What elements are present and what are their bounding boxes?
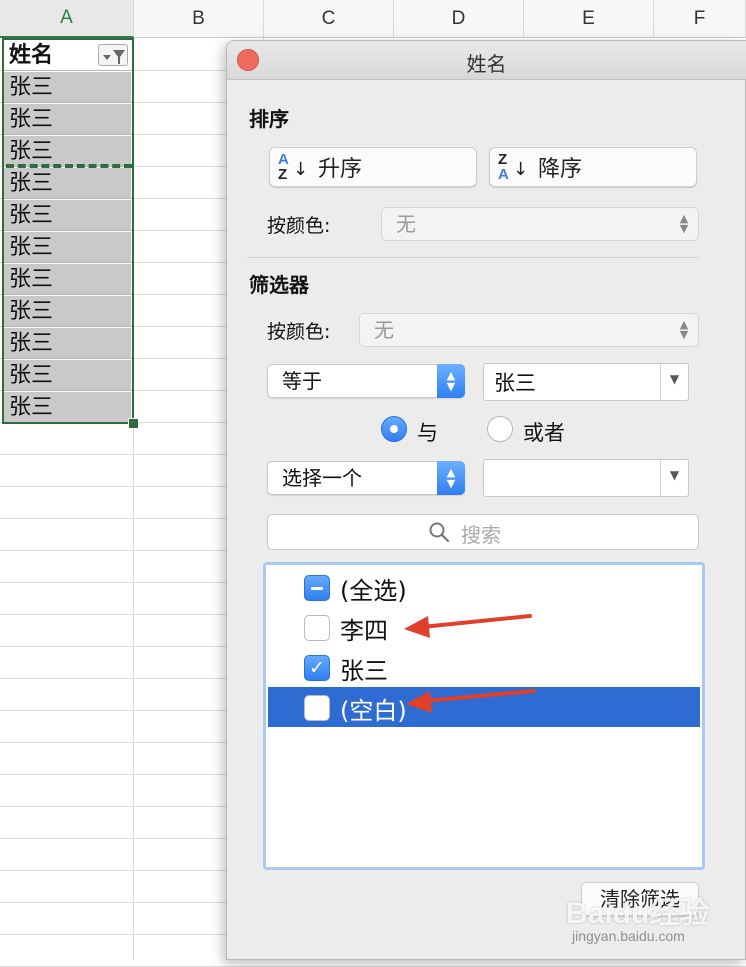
search-placeholder: 搜索 <box>461 523 501 547</box>
updown-chevron-icon: ▲ ▼ <box>679 212 689 235</box>
sort-by-color-value: 无 <box>396 212 416 236</box>
list-item-label: (全选) <box>340 577 407 605</box>
condition1-select[interactable]: 等于 ▲ ▼ <box>267 364 465 398</box>
column-header-e[interactable]: E <box>524 0 654 38</box>
filter-by-color-value: 无 <box>374 318 394 342</box>
column-header-a[interactable]: A <box>0 0 134 38</box>
column-header-f[interactable]: F <box>654 0 746 38</box>
column-header-c[interactable]: C <box>264 0 394 38</box>
fill-handle[interactable] <box>128 418 139 429</box>
or-label: 或者 <box>523 421 565 445</box>
and-radio[interactable] <box>381 416 407 442</box>
or-radio[interactable] <box>487 416 513 442</box>
sort-section-title: 排序 <box>249 107 289 131</box>
and-label: 与 <box>417 421 438 445</box>
search-input[interactable]: 搜索 <box>267 514 699 550</box>
red-arrow-icon <box>406 689 536 713</box>
value1-text: 张三 <box>494 371 536 395</box>
sort-descending-button[interactable]: Z A ↓ 降序 <box>489 147 697 187</box>
red-arrow-icon <box>404 614 532 638</box>
divider <box>247 257 699 258</box>
popup-titlebar[interactable]: 姓名 <box>227 41 746 80</box>
updown-chevron-icon: ▲ ▼ <box>679 318 689 341</box>
updown-chevron-icon: ▲ ▼ <box>437 364 465 398</box>
condition1-value: 等于 <box>282 369 322 393</box>
sort-descending-icon: Z A ↓ <box>498 151 529 183</box>
condition2-select[interactable]: 选择一个 ▲ ▼ <box>267 461 465 495</box>
search-icon <box>429 522 450 543</box>
list-item-label: 张三 <box>340 657 388 685</box>
sort-ascending-icon: A Z ↓ <box>278 151 309 183</box>
value2-combobox[interactable]: ▼ <box>483 459 689 497</box>
column-header-d[interactable]: D <box>394 0 524 38</box>
dropdown-arrow-icon[interactable]: ▼ <box>660 364 688 400</box>
sort-by-color-dropdown[interactable]: 无 ▲ ▼ <box>381 207 699 241</box>
sort-by-color-label: 按颜色: <box>267 215 331 237</box>
list-item-label: (空白) <box>340 697 407 725</box>
selection-border <box>2 38 134 424</box>
value1-combobox[interactable]: 张三 ▼ <box>483 363 689 401</box>
sort-descending-label: 降序 <box>538 157 583 182</box>
sort-ascending-label: 升序 <box>318 157 363 182</box>
checkbox-unchecked[interactable] <box>304 615 330 641</box>
watermark-logo: Baidu经验 <box>566 897 710 930</box>
popup-title: 姓名 <box>466 52 507 76</box>
checkbox-mixed[interactable] <box>304 575 330 601</box>
checkbox-checked[interactable]: ✓ <box>304 655 330 681</box>
list-item-label: 李四 <box>340 617 388 645</box>
annotation-arrows <box>404 614 536 713</box>
dropdown-arrow-icon[interactable]: ▼ <box>660 460 688 496</box>
filter-section-title: 筛选器 <box>249 273 309 297</box>
filter-by-color-label: 按颜色: <box>267 321 331 343</box>
sort-ascending-button[interactable]: A Z ↓ 升序 <box>269 147 477 187</box>
checkbox-unchecked[interactable] <box>304 695 330 721</box>
updown-chevron-icon: ▲ ▼ <box>437 461 465 495</box>
filter-popup: 姓名 排序 A Z ↓ 升序 Z A ↓ 降序 按颜色: 无 ▲ ▼ 筛选器 按颜… <box>226 40 746 960</box>
filter-by-color-dropdown[interactable]: 无 ▲ ▼ <box>359 313 699 347</box>
watermark-url: jingyan.baidu.com <box>572 928 685 944</box>
copy-marquee <box>6 164 132 168</box>
condition2-value: 选择一个 <box>282 466 362 490</box>
column-header-b[interactable]: B <box>134 0 264 38</box>
